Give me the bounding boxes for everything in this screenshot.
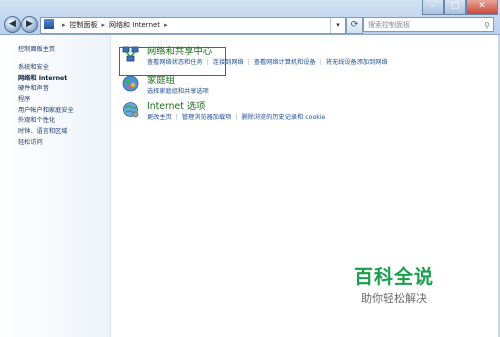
link-view-network-computers[interactable]: 查看网络计算机和设备 [254,59,316,66]
left-item-appearance[interactable]: 外观和个性化 [18,116,74,127]
breadcrumb-control-panel[interactable]: 控制面板 [70,21,98,29]
link-add-wireless-device[interactable]: 将无线设备添加到网络 [326,59,388,66]
link-separator: | [175,114,178,121]
address-bar[interactable]: ▸ 控制面板 ▸ 网络和 Internet ▸ ▾ [40,17,346,34]
homegroup-icon [122,75,139,92]
control-panel-window: – □ ✕ ◀ ▶ ▸ 控制面板 ▸ 网络和 Internet ▸ ▾ ⟳ 搜索控制面板… [0,0,500,337]
left-navigation-pane: 控制面板主页 系统和安全 网络和 Internet 硬件和声音 程序 用户帐户和… [0,35,111,337]
back-button[interactable]: ◀ [4,16,21,33]
left-item-hardware-sound[interactable]: 硬件和声音 [18,84,74,95]
refresh-button[interactable]: ⟳ [346,17,363,34]
link-delete-history-cookies[interactable]: 删除浏览的历史记录和 cookie [241,114,325,121]
watermark-title: 百科全说 [353,266,434,288]
link-change-homepage[interactable]: 更改主页 [147,114,172,121]
left-item-ease-of-access[interactable]: 轻松访问 [18,138,74,149]
search-icon[interactable]: ⚲ [484,18,490,33]
maximize-button[interactable]: □ [444,0,466,15]
left-item-clock-language-region[interactable]: 时钟、语言和区域 [18,127,74,138]
internet-options-links: 更改主页 | 管理浏览器加载项 | 删除浏览的历史记录和 cookie [147,112,325,121]
close-button[interactable]: ✕ [466,0,498,15]
breadcrumb-network-internet[interactable]: 网络和 Internet [109,21,160,29]
left-item-network-internet: 网络和 Internet [18,74,68,82]
category-homegroup: 家庭组 选择家庭组和共享选项 [111,72,500,98]
category-list: 系统和安全 网络和 Internet 硬件和声音 程序 用户帐户和家庭安全 外观… [18,63,74,149]
watermark: 百科全说 助你轻松解决 [339,262,449,306]
homegroup-title[interactable]: 家庭组 [147,72,175,86]
internet-options-icon [123,102,139,118]
left-item-system-security[interactable]: 系统和安全 [18,63,74,74]
minimize-button[interactable]: – [422,0,444,15]
category-internet-options: Internet 选项 更改主页 | 管理浏览器加载项 | 删除浏览的历史记录和 coo… [111,98,500,124]
forward-button[interactable]: ▶ [21,16,38,33]
navigation-bar: – □ ✕ ◀ ▶ ▸ 控制面板 ▸ 网络和 Internet ▸ ▾ ⟳ 搜索控制面板… [0,0,500,35]
breadcrumb-separator: ▸ [62,21,66,29]
link-manage-addons[interactable]: 管理浏览器加载项 [182,114,232,121]
watermark-subtitle: 助你轻松解决 [361,292,427,305]
control-panel-icon [44,19,54,29]
search-input[interactable]: 搜索控制面板 ⚲ [363,17,494,32]
breadcrumb-separator: ▸ [101,21,106,29]
control-panel-home-link[interactable]: 控制面板主页 [18,44,55,53]
homegroup-links: 选择家庭组和共享选项 [147,86,209,95]
link-homegroup-sharing-options[interactable]: 选择家庭组和共享选项 [147,88,209,95]
breadcrumb-separator: ▸ [164,21,168,29]
link-separator: | [319,59,322,66]
internet-options-title[interactable]: Internet 选项 [147,98,205,112]
left-item-user-accounts[interactable]: 用户帐户和家庭安全 [18,106,74,117]
window-controls: – □ ✕ [422,0,498,15]
search-placeholder: 搜索控制面板 [368,21,410,29]
address-dropdown-icon[interactable]: ▾ [330,18,345,33]
left-item-programs[interactable]: 程序 [18,95,74,106]
link-separator: | [247,59,250,66]
category-network-sharing-center: 网络和共享中心 查看网络状态和任务 | 连接到网络 | 查看网络计算机和设备 | 将无线设备… [111,43,500,76]
link-separator: | [235,114,238,121]
